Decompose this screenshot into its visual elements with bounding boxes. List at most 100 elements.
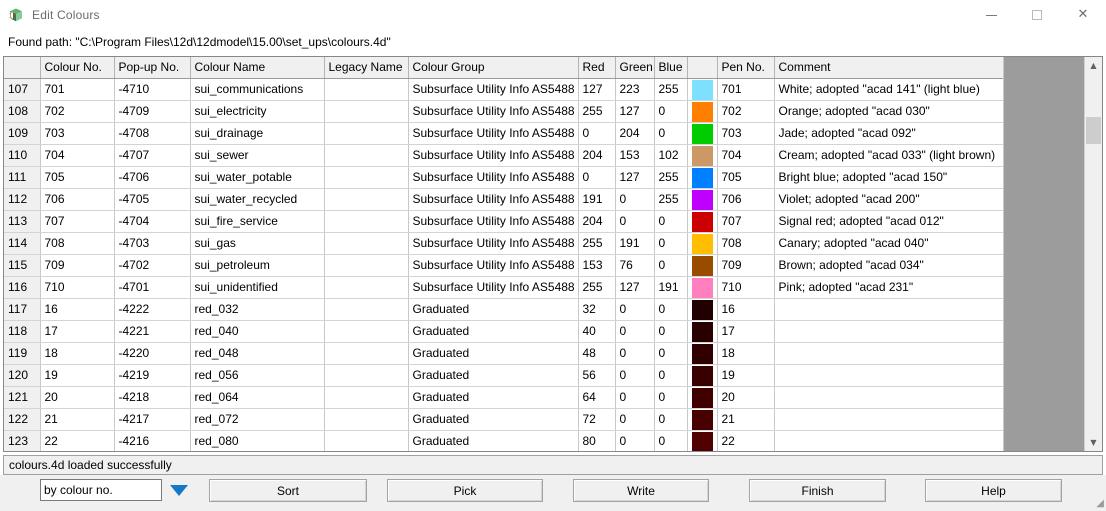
colour-swatch[interactable] (691, 365, 713, 386)
colour-table-scroll-area[interactable]: Colour No. Pop-up No. Colour Name Legacy Na… (4, 57, 1003, 451)
cell-group[interactable]: Graduated (408, 364, 579, 387)
cell-colno[interactable]: 17 (40, 320, 115, 343)
colour-swatch[interactable] (691, 189, 713, 210)
cell-cname[interactable]: sui_water_recycled (190, 188, 325, 211)
table-row[interactable]: 120 19 -4219 red_056 Graduated 56 0 0 19 (4, 364, 1003, 387)
cell-legacy[interactable] (324, 320, 409, 343)
cell-comment[interactable] (774, 342, 1003, 365)
cell-pen[interactable]: 702 (717, 100, 775, 123)
cell-pen[interactable]: 701 (717, 78, 775, 101)
cell-pen[interactable]: 20 (717, 386, 775, 409)
cell-colno[interactable]: 702 (40, 100, 115, 123)
colour-swatch[interactable] (691, 343, 713, 364)
cell-comment[interactable] (774, 364, 1003, 387)
cell-comment[interactable]: Bright blue; adopted "acad 150" (774, 166, 1003, 189)
cell-legacy[interactable] (324, 386, 409, 409)
cell-green[interactable]: 0 (615, 298, 655, 321)
colour-swatch[interactable] (691, 211, 713, 232)
colour-swatch[interactable] (691, 431, 713, 451)
cell-blue[interactable]: 255 (654, 78, 688, 101)
cell-pen[interactable]: 17 (717, 320, 775, 343)
table-row[interactable]: 111 705 -4706 sui_water_potable Subsurface U… (4, 166, 1003, 189)
cell-popup[interactable]: -4710 (114, 78, 191, 101)
cell-cname[interactable]: sui_gas (190, 232, 325, 255)
row-number-cell[interactable]: 118 (4, 320, 41, 343)
cell-pen[interactable]: 706 (717, 188, 775, 211)
cell-comment[interactable] (774, 298, 1003, 321)
cell-green[interactable]: 0 (615, 430, 655, 451)
colour-swatch-cell[interactable] (687, 122, 718, 145)
cell-red[interactable]: 204 (578, 144, 616, 167)
colour-swatch[interactable] (691, 321, 713, 342)
cell-red[interactable]: 153 (578, 254, 616, 277)
cell-green[interactable]: 153 (615, 144, 655, 167)
colour-swatch-cell[interactable] (687, 408, 718, 431)
cell-legacy[interactable] (324, 408, 409, 431)
pick-button[interactable]: Pick (387, 479, 543, 502)
cell-group[interactable]: Subsurface Utility Info AS5488 (408, 122, 579, 145)
cell-pen[interactable]: 705 (717, 166, 775, 189)
cell-comment[interactable] (774, 408, 1003, 431)
colour-swatch[interactable] (691, 101, 713, 122)
table-row[interactable]: 121 20 -4218 red_064 Graduated 64 0 0 20 (4, 386, 1003, 409)
resize-grip-icon[interactable]: ◢ (1092, 498, 1104, 510)
row-number-cell[interactable]: 123 (4, 430, 41, 451)
colour-swatch-cell[interactable] (687, 364, 718, 387)
cell-popup[interactable]: -4708 (114, 122, 191, 145)
colour-swatch[interactable] (691, 255, 713, 276)
colour-swatch-cell[interactable] (687, 188, 718, 211)
cell-blue[interactable]: 0 (654, 122, 688, 145)
cell-comment[interactable]: Canary; adopted "acad 040" (774, 232, 1003, 255)
table-row[interactable]: 107 701 -4710 sui_communications Subsurface … (4, 78, 1003, 101)
cell-blue[interactable]: 0 (654, 342, 688, 365)
maximize-icon[interactable] (1014, 0, 1060, 30)
cell-blue[interactable]: 0 (654, 210, 688, 233)
cell-red[interactable]: 127 (578, 78, 616, 101)
colour-swatch-cell[interactable] (687, 210, 718, 233)
colour-swatch[interactable] (691, 387, 713, 408)
cell-popup[interactable]: -4218 (114, 386, 191, 409)
cell-group[interactable]: Graduated (408, 386, 579, 409)
cell-pen[interactable]: 704 (717, 144, 775, 167)
cell-popup[interactable]: -4219 (114, 364, 191, 387)
table-row[interactable]: 123 22 -4216 red_080 Graduated 80 0 0 22 (4, 430, 1003, 451)
colour-swatch-cell[interactable] (687, 78, 718, 101)
sort-mode-combobox[interactable] (40, 479, 192, 501)
cell-cname[interactable]: red_040 (190, 320, 325, 343)
column-header-colno[interactable]: Colour No. (40, 57, 115, 79)
cell-cname[interactable]: sui_fire_service (190, 210, 325, 233)
colour-swatch[interactable] (691, 123, 713, 144)
row-number-cell[interactable]: 122 (4, 408, 41, 431)
cell-cname[interactable]: sui_petroleum (190, 254, 325, 277)
table-row[interactable]: 112 706 -4705 sui_water_recycled Subsurface … (4, 188, 1003, 211)
cell-green[interactable]: 127 (615, 276, 655, 299)
cell-popup[interactable]: -4707 (114, 144, 191, 167)
cell-colno[interactable]: 707 (40, 210, 115, 233)
cell-legacy[interactable] (324, 166, 409, 189)
column-header-red[interactable]: Red (578, 57, 616, 79)
cell-comment[interactable]: White; adopted "acad 141" (light blue) (774, 78, 1003, 101)
cell-cname[interactable]: red_056 (190, 364, 325, 387)
cell-colno[interactable]: 704 (40, 144, 115, 167)
sort-button[interactable]: Sort (209, 479, 367, 502)
table-row[interactable]: 114 708 -4703 sui_gas Subsurface Utility Inf… (4, 232, 1003, 255)
cell-blue[interactable]: 255 (654, 166, 688, 189)
cell-comment[interactable]: Pink; adopted "acad 231" (774, 276, 1003, 299)
cell-cname[interactable]: sui_electricity (190, 100, 325, 123)
cell-group[interactable]: Subsurface Utility Info AS5488 (408, 254, 579, 277)
cell-green[interactable]: 0 (615, 210, 655, 233)
cell-group[interactable]: Subsurface Utility Info AS5488 (408, 78, 579, 101)
cell-cname[interactable]: sui_sewer (190, 144, 325, 167)
cell-legacy[interactable] (324, 364, 409, 387)
colour-swatch[interactable] (691, 145, 713, 166)
column-header-legacy[interactable]: Legacy Name (324, 57, 409, 79)
cell-green[interactable]: 76 (615, 254, 655, 277)
colour-swatch[interactable] (691, 233, 713, 254)
row-number-cell[interactable]: 113 (4, 210, 41, 233)
cell-green[interactable]: 0 (615, 320, 655, 343)
colour-swatch[interactable] (691, 277, 713, 298)
cell-cname[interactable]: sui_unidentified (190, 276, 325, 299)
scrollbar-thumb[interactable] (1086, 117, 1101, 144)
cell-pen[interactable]: 709 (717, 254, 775, 277)
cell-comment[interactable] (774, 320, 1003, 343)
